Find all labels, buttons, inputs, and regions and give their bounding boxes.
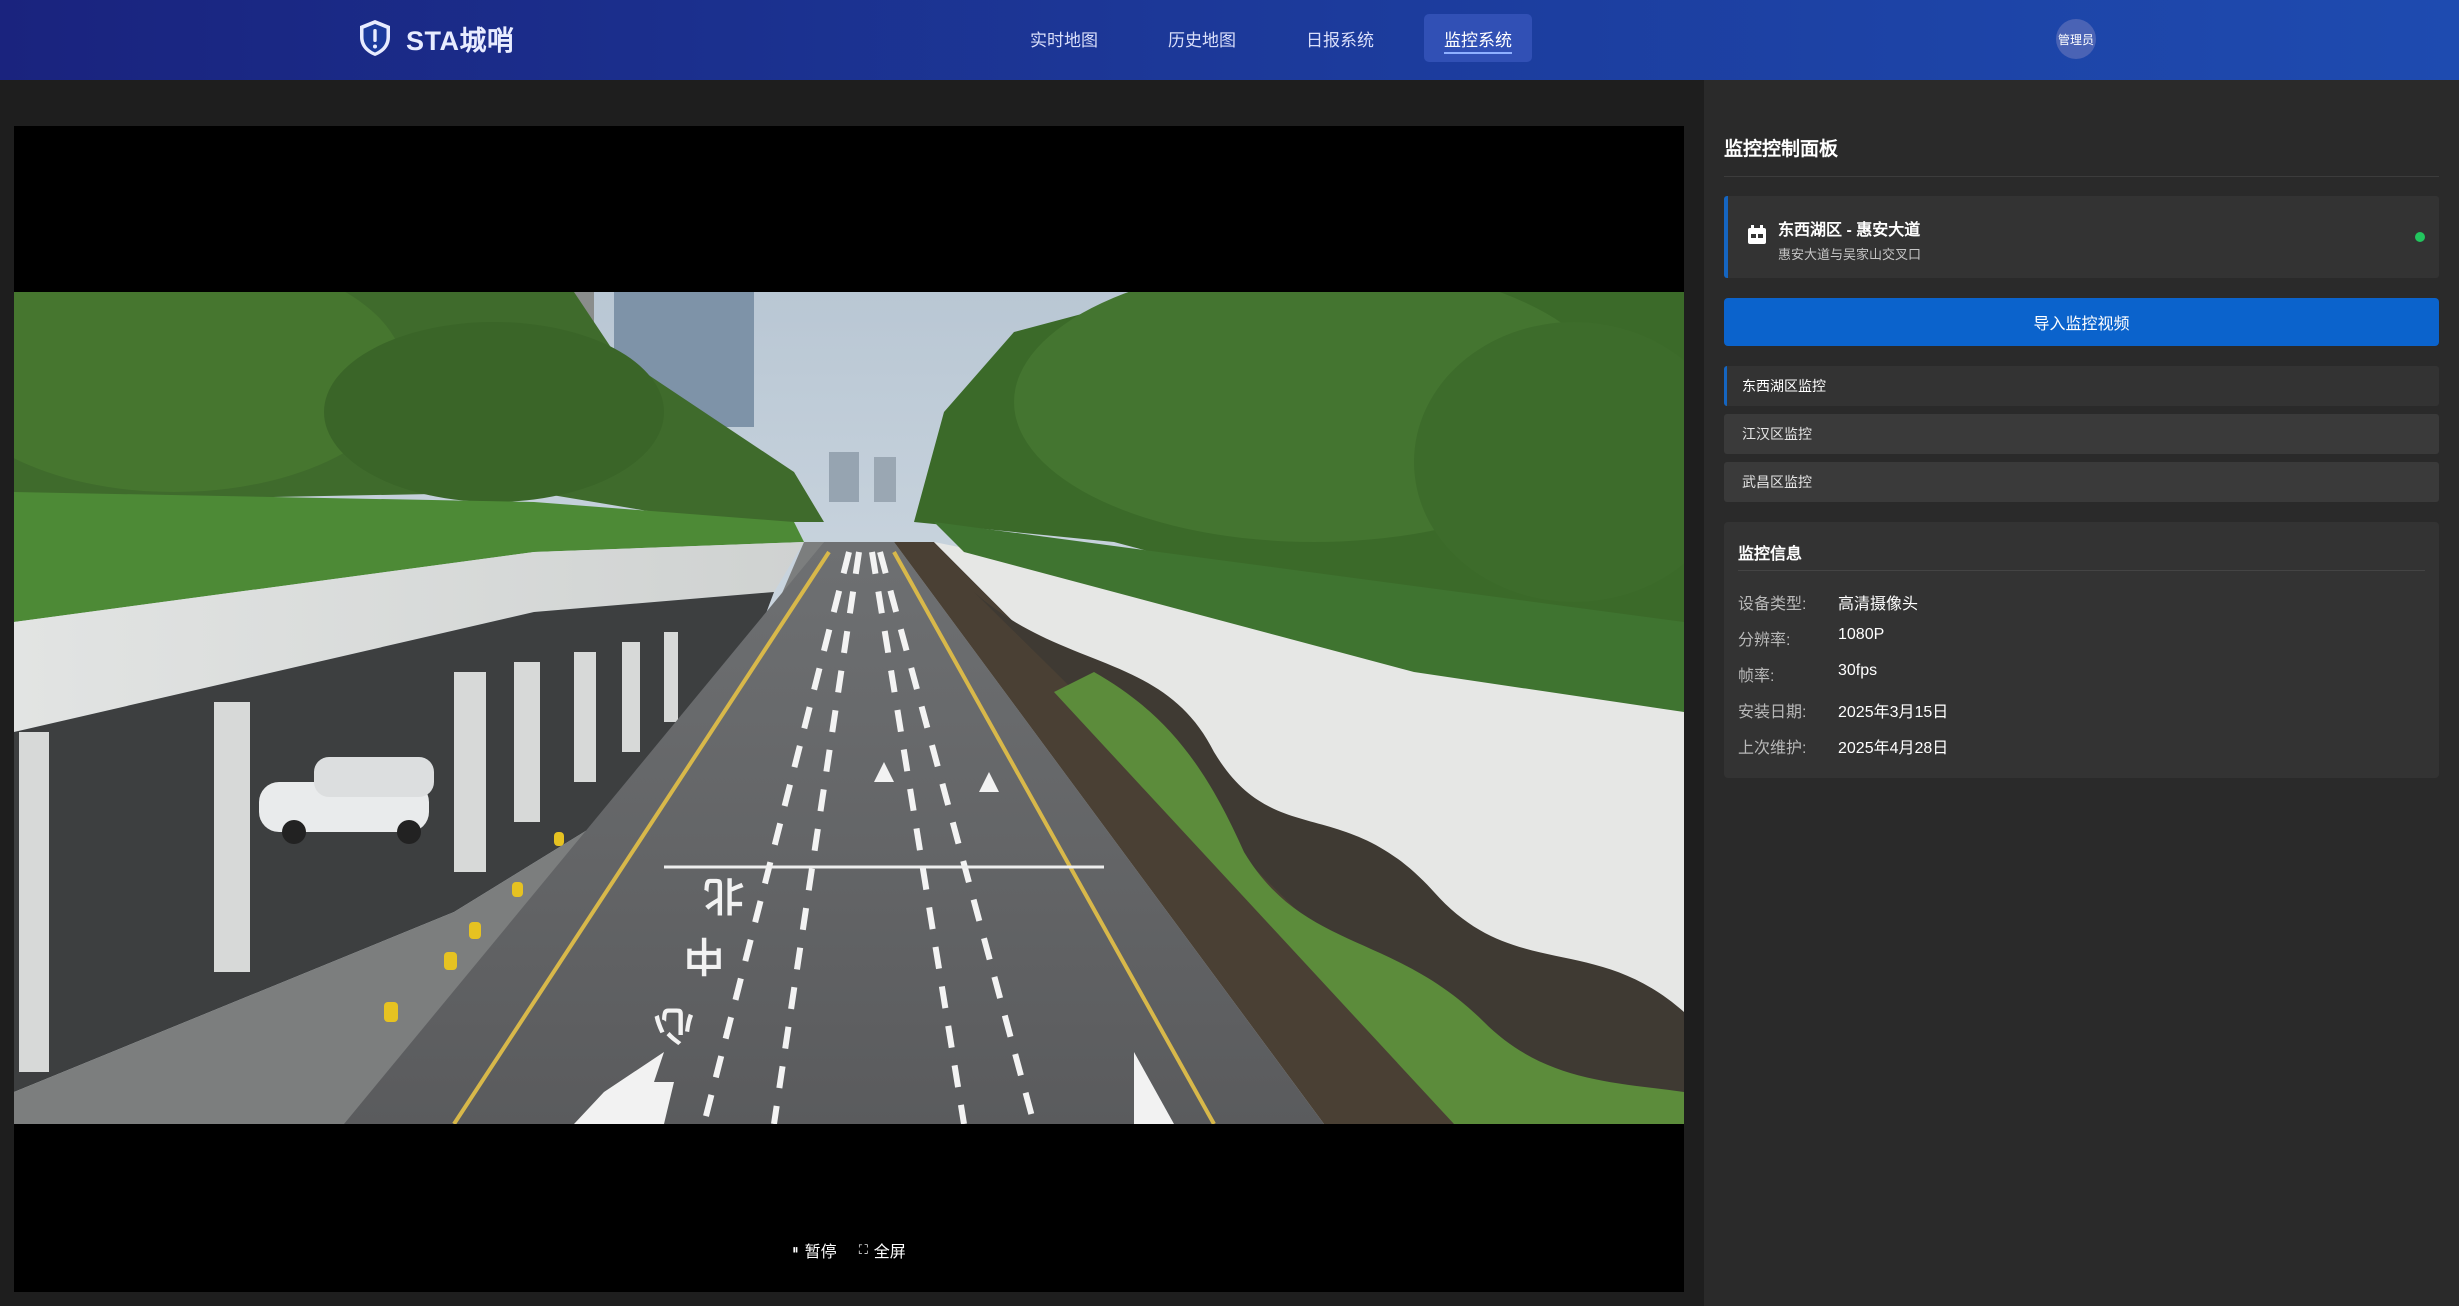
online-status-dot	[2415, 232, 2425, 242]
brand-logo[interactable]: STA城哨	[358, 17, 515, 59]
nav-monitoring[interactable]: 监控系统	[1424, 14, 1532, 62]
road-marking-bei: 北	[704, 872, 744, 918]
info-title: 监控信息	[1738, 546, 1803, 563]
main-nav: 实时地图 历史地图 日报系统 监控系统	[1010, 14, 1562, 62]
info-value: 30fps	[1838, 662, 1878, 679]
info-row-framerate: 帧率: 30fps	[1738, 662, 1877, 686]
pause-button[interactable]: ⏸ 暂停	[792, 1238, 837, 1262]
pause-icon: ⏸	[792, 1242, 799, 1257]
info-label: 设备类型:	[1738, 596, 1807, 613]
info-value: 1080P	[1838, 626, 1885, 643]
calendar-camera-icon	[1748, 225, 1766, 244]
district-jianghan[interactable]: 江汉区监控	[1724, 414, 2439, 454]
shield-icon	[360, 20, 390, 56]
camera-name: 东西湖区 - 惠安大道	[1778, 222, 1921, 239]
district-wuchang[interactable]: 武昌区监控	[1724, 462, 2439, 502]
import-video-button[interactable]: 导入监控视频	[1724, 298, 2439, 346]
info-label: 上次维护:	[1738, 740, 1807, 757]
info-value: 2025年3月15日	[1838, 704, 1949, 721]
camera-card[interactable]: 东西湖区 - 惠安大道 惠安大道与吴家山交叉口	[1724, 196, 2439, 278]
video-player[interactable]: 中 北 心 ⏸ 暂停 ⛶ 全屏	[14, 126, 1684, 1292]
info-row-resolution: 分辨率: 1080P	[1738, 626, 1884, 650]
control-panel: 监控控制面板 东西湖区 - 惠安大道 惠安大道与吴家山交叉口 导入监控视频 东西…	[1704, 80, 2459, 1306]
video-frame: 中 北 心	[14, 292, 1684, 1124]
video-controls: ⏸ 暂停 ⛶ 全屏	[14, 1238, 1684, 1262]
nav-daily-report[interactable]: 日报系统	[1286, 14, 1394, 62]
panel-title: 监控控制面板	[1724, 139, 1839, 160]
info-row-install-date: 安装日期: 2025年3月15日	[1738, 698, 1948, 722]
info-label: 分辨率:	[1738, 632, 1791, 649]
road-scene-image: 中 北 心	[14, 292, 1684, 1124]
pause-label: 暂停	[804, 1244, 837, 1261]
road-marking-zhong: 中	[684, 932, 724, 978]
panel-divider	[1724, 176, 2439, 177]
nav-realtime-map[interactable]: 实时地图	[1010, 14, 1118, 62]
fullscreen-icon: ⛶	[858, 1242, 868, 1257]
info-row-device-type: 设备类型: 高清摄像头	[1738, 590, 1918, 614]
monitor-info-box: 监控信息 设备类型: 高清摄像头 分辨率: 1080P 帧率: 30fps 安装…	[1724, 522, 2439, 778]
camera-location: 惠安大道与吴家山交叉口	[1778, 247, 1922, 262]
info-label: 安装日期:	[1738, 704, 1807, 721]
fullscreen-button[interactable]: ⛶ 全屏	[859, 1238, 906, 1262]
info-row-last-maintenance: 上次维护: 2025年4月28日	[1738, 734, 1948, 758]
info-label: 帧率:	[1738, 668, 1775, 685]
user-avatar[interactable]: 管理员	[2056, 19, 2096, 59]
info-divider	[1738, 570, 2425, 571]
top-navbar: STA城哨 实时地图 历史地图 日报系统 监控系统 管理员	[0, 0, 2459, 80]
nav-history-map[interactable]: 历史地图	[1148, 14, 1256, 62]
info-value: 2025年4月28日	[1838, 740, 1949, 757]
brand-name: STA城哨	[406, 25, 515, 56]
info-value: 高清摄像头	[1838, 596, 1919, 613]
district-dongxihu[interactable]: 东西湖区监控	[1724, 366, 2439, 406]
road-marking-xin: 心	[654, 1002, 694, 1048]
fullscreen-label: 全屏	[873, 1244, 906, 1261]
